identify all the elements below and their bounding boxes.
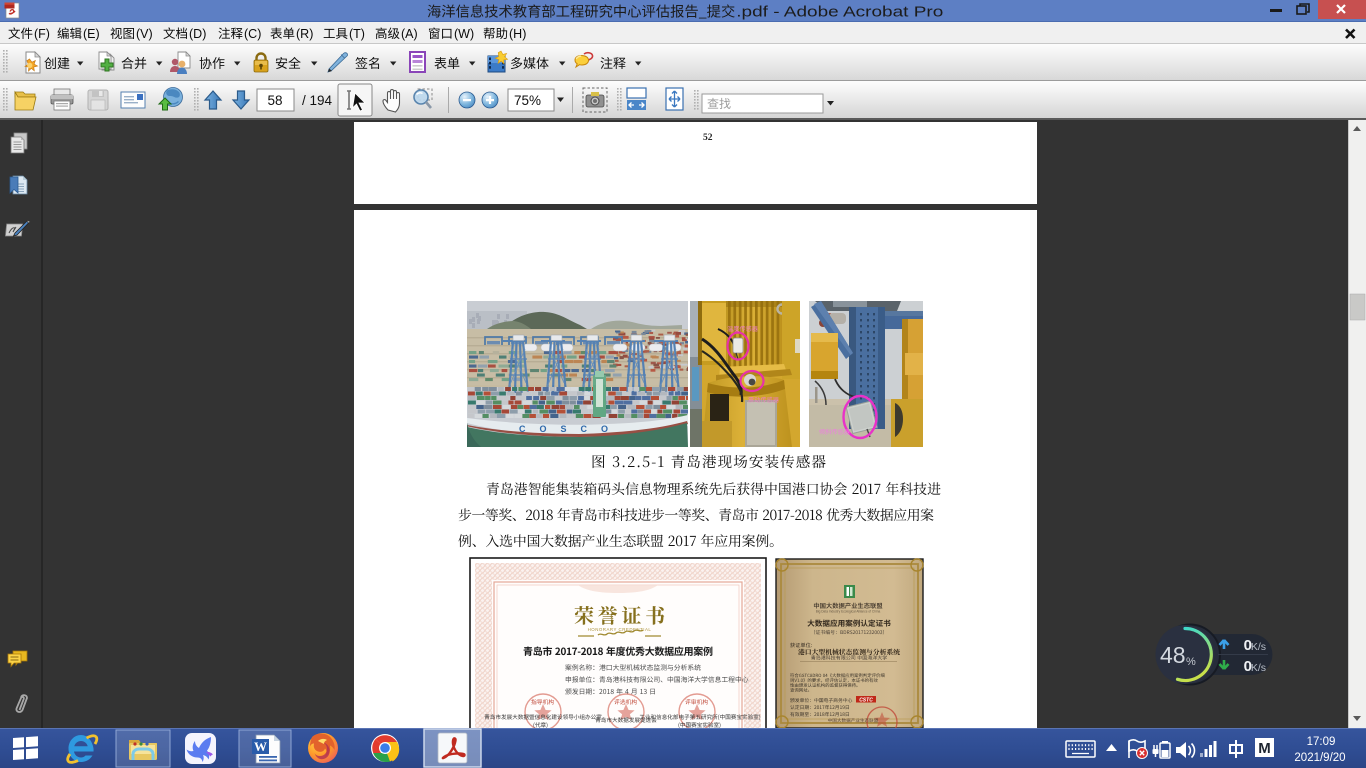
svg-text:%: % bbox=[1186, 656, 1196, 668]
svg-text:(D): (D) bbox=[189, 27, 206, 41]
svg-text:(E): (E) bbox=[83, 27, 100, 41]
svg-text:(V): (V) bbox=[136, 27, 153, 41]
svg-text:.pdf - Adobe Acrobat Pro: .pdf - Adobe Acrobat Pro bbox=[736, 5, 943, 21]
svg-text:M: M bbox=[1258, 740, 1271, 757]
svg-text:(R): (R) bbox=[296, 27, 313, 41]
svg-text:K/s: K/s bbox=[1251, 662, 1266, 674]
svg-text:58: 58 bbox=[267, 93, 282, 108]
svg-text:K/s: K/s bbox=[1251, 641, 1266, 653]
svg-text:/ 194: / 194 bbox=[302, 93, 333, 108]
svg-text:CSTC: CSTC bbox=[859, 698, 873, 704]
svg-text:(C): (C) bbox=[244, 27, 261, 41]
svg-text:(A): (A) bbox=[401, 27, 418, 41]
svg-text:2021/9/20: 2021/9/20 bbox=[1294, 752, 1345, 764]
svg-text:52: 52 bbox=[703, 133, 713, 143]
svg-text:(H): (H) bbox=[509, 27, 526, 41]
svg-text:W: W bbox=[254, 739, 267, 754]
svg-text:(F): (F) bbox=[34, 27, 50, 41]
svg-text:Big Data Industry Ecological A: Big Data Industry Ecological Alliance of… bbox=[816, 610, 881, 614]
svg-text:75%: 75% bbox=[514, 93, 541, 108]
svg-text:17:09: 17:09 bbox=[1307, 736, 1336, 748]
svg-text:(W): (W) bbox=[454, 27, 474, 41]
svg-text:48: 48 bbox=[1160, 642, 1186, 668]
svg-text:(T): (T) bbox=[349, 27, 365, 41]
